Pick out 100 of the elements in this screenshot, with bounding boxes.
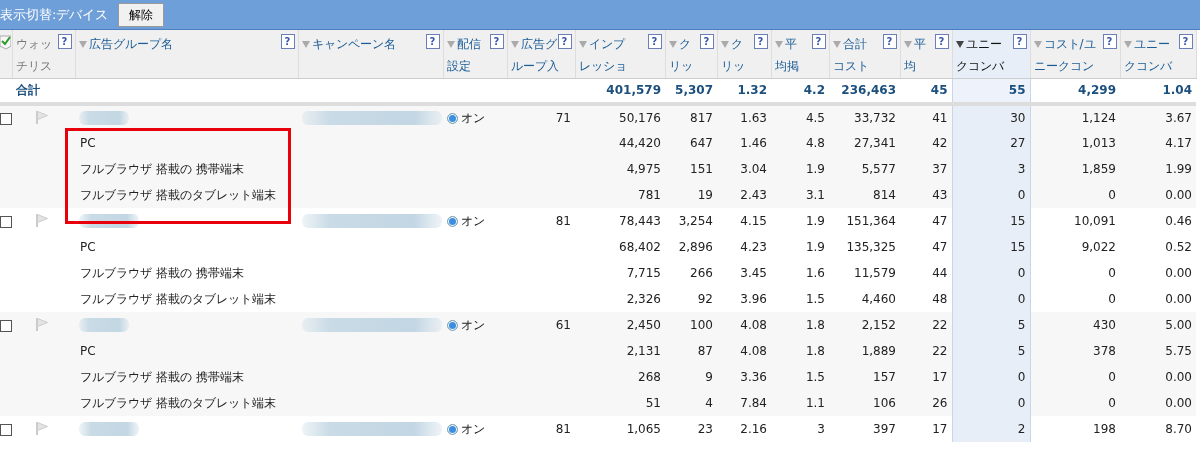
column-header[interactable]: ク リッ [668,33,693,77]
total-cell: 401,579 [575,78,665,104]
sort-arrow-icon [446,41,455,48]
column-header[interactable]: ク リッ [720,33,745,77]
sort-arrow-icon [955,41,964,48]
table-cell: 0 [1030,390,1120,416]
table-cell: 268 [575,364,665,390]
help-icon[interactable]: ? [811,34,826,49]
row-checkbox[interactable] [0,215,12,228]
table-cell: 814 [829,182,900,208]
select-all-checkbox[interactable] [0,34,11,50]
column-header[interactable]: 配信 設定 [446,33,481,77]
table-cell: 2,450 [575,312,665,338]
table-cell: 0 [952,286,1030,312]
table-cell: 5.00 [1120,312,1196,338]
table-cell: 2,152 [829,312,900,338]
delivery-status[interactable]: オン [447,213,485,228]
sort-arrow-icon [720,41,729,48]
help-icon[interactable]: ? [280,34,295,49]
column-header[interactable]: 広告グ ループ入 [510,33,559,77]
column-header[interactable]: 合計 コスト [832,33,869,77]
sort-arrow-icon [78,41,87,48]
table-cell: 198 [1030,416,1120,442]
help-icon[interactable]: ? [1178,34,1193,49]
column-header[interactable]: 平 均掲 [774,33,799,77]
table-cell: 378 [1030,338,1120,364]
help-icon[interactable]: ? [647,34,662,49]
total-cell: 45 [900,78,952,104]
table-cell: 106 [829,390,900,416]
table-cell: 5 [952,312,1030,338]
table-cell: 50,176 [575,104,665,130]
table-cell: 47 [900,208,952,234]
table-cell: 1.63 [717,104,771,130]
table-cell: 0 [952,182,1030,208]
sort-arrow-icon [774,41,783,48]
blurred-name [79,422,139,437]
table-cell: 0 [1030,364,1120,390]
total-cell: 236,463 [829,78,900,104]
table-cell: 17 [900,416,952,442]
sort-arrow-icon [832,41,841,48]
table-cell: 27 [952,130,1030,156]
table-cell: 4.5 [771,104,829,130]
table-cell: 5.75 [1120,338,1196,364]
help-icon[interactable]: ? [1102,34,1117,49]
clear-button[interactable]: 解除 [118,2,165,27]
table-cell: 2 [952,416,1030,442]
column-header[interactable]: コスト/ユ ニークコン [1033,33,1096,77]
help-icon[interactable]: ? [557,34,572,49]
delivery-status[interactable]: オン [447,421,485,436]
total-cell: 55 [952,78,1030,104]
table-cell: 33,732 [829,104,900,130]
help-icon[interactable]: ? [699,34,714,49]
row-checkbox[interactable] [0,319,12,332]
help-icon[interactable]: ? [882,34,897,49]
table-cell: 1,013 [1030,130,1120,156]
row-checkbox[interactable] [0,112,12,125]
table-cell: 10,091 [1030,208,1120,234]
device-label: PC [75,338,298,364]
table-cell: 4 [665,390,717,416]
table-cell: 157 [829,364,900,390]
column-header[interactable]: 広告グループ名 [78,33,173,55]
sort-arrow-icon [578,41,587,48]
view-label: 表示切替:デバイス [0,5,109,24]
sort-arrow-icon [668,41,677,48]
table-cell: 9 [665,364,717,390]
help-icon[interactable]: ? [425,34,440,49]
help-icon[interactable]: ? [57,34,72,49]
sort-arrow-icon [510,41,519,48]
total-cell: 4,299 [1030,78,1120,104]
column-header[interactable]: ユニー クコンバ [1123,33,1172,77]
total-label: 合計 [12,78,298,104]
table-cell: 4.17 [1120,130,1196,156]
blurred-name [79,318,129,333]
table-cell: 0.00 [1120,390,1196,416]
table-cell: 647 [665,130,717,156]
row-checkbox[interactable] [0,423,12,436]
table-cell: 19 [665,182,717,208]
column-header[interactable]: インプ レッショ [578,33,627,77]
sort-arrow-icon [1123,41,1132,48]
column-header[interactable]: ユニー クコンバ [955,33,1004,77]
help-icon[interactable]: ? [934,34,949,49]
total-cell: 1.04 [1120,78,1196,104]
table-cell: 44,420 [575,130,665,156]
total-cell: 1.32 [717,78,771,104]
sort-arrow-icon [1033,41,1042,48]
table-cell: 1.46 [717,130,771,156]
column-header[interactable]: 平 均 [903,33,926,77]
table-cell: 430 [1030,312,1120,338]
table-cell: 0 [952,260,1030,286]
help-icon[interactable]: ? [753,34,768,49]
table-cell: 1,124 [1030,104,1120,130]
table-cell: 22 [900,338,952,364]
column-header[interactable]: キャンペーン名 [301,33,396,55]
device-label: PC [75,130,298,156]
help-icon[interactable]: ? [489,34,504,49]
table-cell: 2,131 [575,338,665,364]
help-icon[interactable]: ? [1012,34,1027,49]
table-cell: 1.8 [771,312,829,338]
table-cell: 0 [1030,286,1120,312]
table-cell: 7.84 [717,390,771,416]
